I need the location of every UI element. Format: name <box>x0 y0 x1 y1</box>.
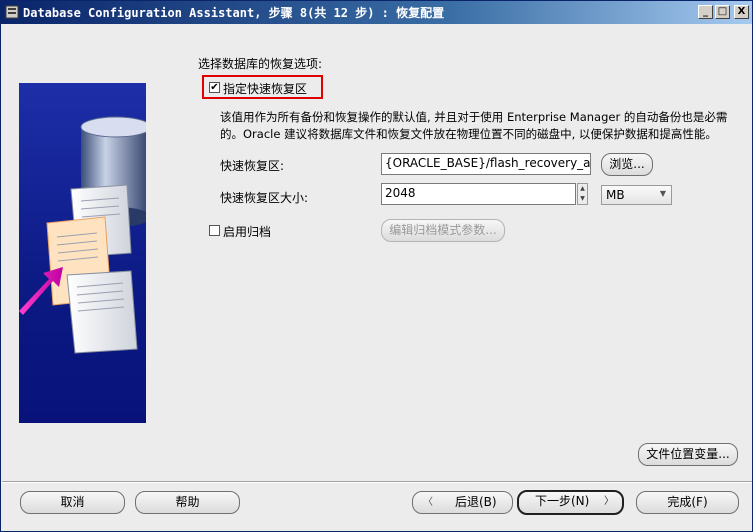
recovery-area-label: 快速恢复区: <box>220 159 285 173</box>
finish-button[interactable]: 完成(F) <box>636 491 739 514</box>
fast-recovery-label[interactable]: 指定快速恢复区 <box>223 80 307 97</box>
edit-archive-params-button[interactable]: 编辑归档模式参数... <box>381 219 505 242</box>
recovery-size-label: 快速恢复区大小: <box>220 191 309 205</box>
chevron-left-icon: 〈 <box>423 497 433 508</box>
file-location-variables-button[interactable]: 文件位置变量... <box>638 443 738 466</box>
window-title: Database Configuration Assistant, 步骤 8(共… <box>23 6 445 20</box>
title-bar[interactable]: Database Configuration Assistant, 步骤 8(共… <box>1 1 752 24</box>
chevron-right-icon: 〉 <box>604 496 614 507</box>
recovery-size-input[interactable]: 2048 <box>381 183 576 205</box>
browse-button[interactable]: 浏览... <box>601 153 653 176</box>
size-unit-value: MB <box>606 188 625 202</box>
maximize-button[interactable]: □ <box>715 5 730 19</box>
enable-archive-checkbox[interactable] <box>209 225 220 236</box>
next-label: 下一步(N) <box>535 494 590 508</box>
chevron-down-icon: ▼ <box>659 189 666 198</box>
recovery-area-input[interactable]: {ORACLE_BASE}/flash_recovery_area <box>381 153 591 175</box>
fast-recovery-checkbox[interactable]: ✔ <box>209 82 220 93</box>
dbca-window: Database Configuration Assistant, 步骤 8(共… <box>0 0 753 532</box>
database-documents-illustration <box>19 116 146 354</box>
wizard-content: 选择数据库的恢复选项: ✔ 指定快速恢复区 该值用作为所有备份和恢复操作的默认值… <box>2 24 752 531</box>
size-unit-select[interactable]: MB ▼ <box>601 185 672 205</box>
minimize-button[interactable]: _ <box>698 5 713 19</box>
back-button[interactable]: 〈 后退(B) <box>412 491 513 514</box>
enable-archive-label[interactable]: 启用归档 <box>223 223 271 240</box>
spinner-down-icon[interactable]: ▼ <box>578 194 587 204</box>
next-button[interactable]: 下一步(N) 〉 <box>517 490 624 515</box>
help-button[interactable]: 帮助 <box>135 491 240 514</box>
size-spinner[interactable]: ▲ ▼ <box>577 183 588 205</box>
fast-recovery-description-line1: 该值用作为所有备份和恢复操作的默认值, 并且对于使用 Enterprise Ma… <box>220 110 728 124</box>
fast-recovery-description-line2: 的。Oracle 建议将数据库文件和恢复文件放在物理位置不同的磁盘中, 以便保护… <box>220 127 717 141</box>
back-label: 后退(B) <box>455 495 497 509</box>
spinner-up-icon[interactable]: ▲ <box>578 184 587 194</box>
app-icon <box>5 5 19 19</box>
close-button[interactable]: X <box>734 5 749 19</box>
footer-separator <box>2 481 752 483</box>
cancel-button[interactable]: 取消 <box>20 491 125 514</box>
recovery-options-heading: 选择数据库的恢复选项: <box>198 57 323 71</box>
wizard-illustration <box>19 83 146 423</box>
